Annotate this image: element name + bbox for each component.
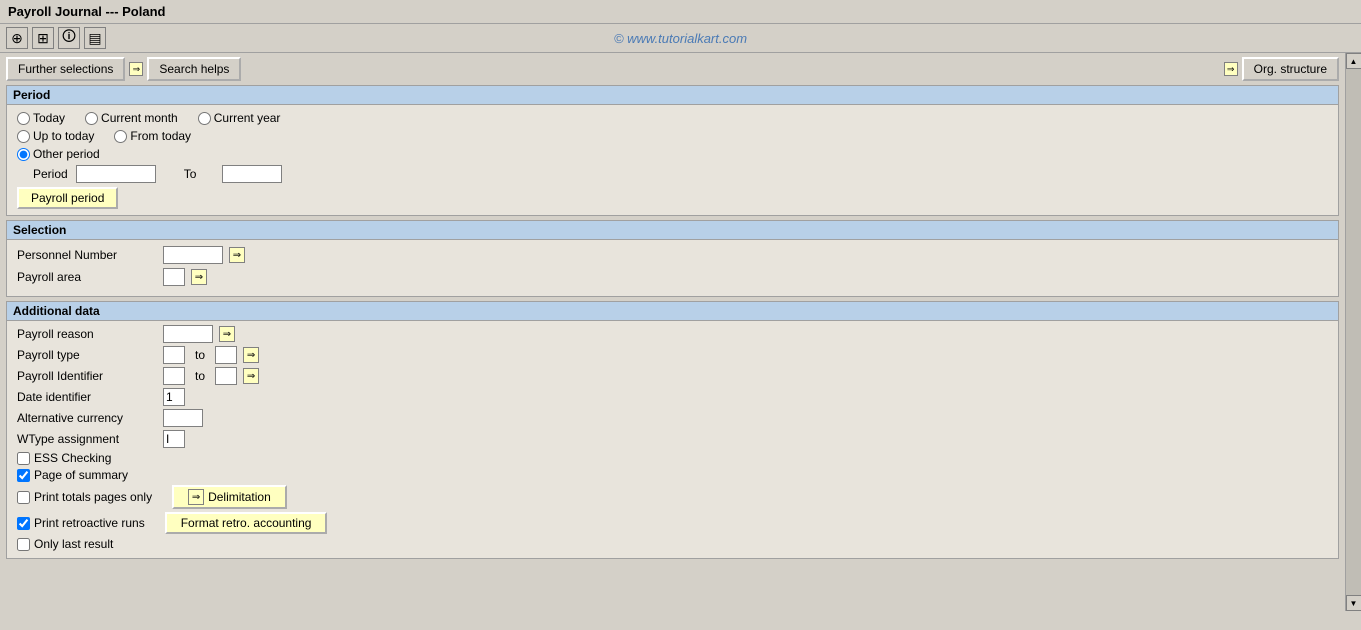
print-retroactive-label: Print retroactive runs — [34, 516, 145, 530]
toolbar-icon-2[interactable]: ⊞ — [32, 27, 54, 49]
payroll-reason-label: Payroll reason — [17, 327, 157, 341]
ess-checking-row: ESS Checking — [17, 451, 1328, 465]
to-label: To — [164, 167, 214, 181]
date-identifier-row: Date identifier — [17, 388, 1328, 406]
payroll-period-button[interactable]: Payroll period — [17, 187, 118, 209]
personnel-number-input[interactable] — [163, 246, 223, 264]
alternative-currency-label: Alternative currency — [17, 411, 157, 425]
watermark: © www.tutorialkart.com — [614, 31, 747, 46]
selection-section-header: Selection — [7, 221, 1338, 240]
payroll-identifier-row: Payroll Identifier to ⇒ — [17, 367, 1328, 385]
payroll-identifier-arrow[interactable]: ⇒ — [243, 368, 259, 384]
payroll-area-label: Payroll area — [17, 270, 157, 284]
only-last-result-checkbox[interactable] — [17, 538, 30, 551]
delimitation-arrow-icon: ⇒ — [188, 489, 204, 505]
ess-checking-label: ESS Checking — [34, 451, 111, 465]
wtype-assignment-label: WType assignment — [17, 432, 157, 446]
search-helps-button[interactable]: Search helps — [147, 57, 241, 81]
search-helps-arrow-icon: ⇒ — [129, 62, 143, 76]
additional-data-section: Additional data Payroll reason ⇒ Payroll… — [6, 301, 1339, 559]
period-section-body: Today Current month Current year — [7, 105, 1338, 215]
payroll-area-arrow[interactable]: ⇒ — [191, 269, 207, 285]
period-section-header: Period — [7, 86, 1338, 105]
payroll-type-row: Payroll type to ⇒ — [17, 346, 1328, 364]
radio-current-month[interactable]: Current month — [85, 111, 178, 125]
payroll-type-label: Payroll type — [17, 348, 157, 362]
title-bar: Payroll Journal --- Poland — [0, 0, 1361, 24]
page-of-summary-label: Page of summary — [34, 468, 128, 482]
scroll-down-button[interactable]: ▼ — [1346, 595, 1361, 611]
period-from-input[interactable] — [76, 165, 156, 183]
radio-today[interactable]: Today — [17, 111, 65, 125]
toolbar-icon-4[interactable]: ▤ — [84, 27, 106, 49]
page-title: Payroll Journal --- Poland — [8, 4, 165, 19]
personnel-number-row: Personnel Number ⇒ — [17, 246, 1328, 264]
payroll-period-btn-row: Payroll period — [17, 187, 1328, 209]
selection-section-body: Personnel Number ⇒ Payroll area ⇒ — [7, 240, 1338, 296]
scrollbar: ▲ ▼ — [1345, 53, 1361, 611]
print-totals-row: Print totals pages only — [17, 490, 152, 504]
further-selections-button[interactable]: Further selections — [6, 57, 125, 81]
selection-section: Selection Personnel Number ⇒ Payroll are… — [6, 220, 1339, 297]
payroll-type-arrow[interactable]: ⇒ — [243, 347, 259, 363]
wtype-assignment-row: WType assignment — [17, 430, 1328, 448]
org-structure-arrow-icon: ⇒ — [1224, 62, 1238, 76]
print-retroactive-checkbox[interactable] — [17, 517, 30, 530]
payroll-type-from-input[interactable] — [163, 346, 185, 364]
period-radio-row-2: Up to today From today — [17, 129, 1328, 143]
payroll-type-to-input[interactable] — [215, 346, 237, 364]
alternative-currency-row: Alternative currency — [17, 409, 1328, 427]
payroll-reason-arrow[interactable]: ⇒ — [219, 326, 235, 342]
only-last-result-row: Only last result — [17, 537, 1328, 551]
period-input-row: Period To — [17, 165, 1328, 183]
period-label: Period — [17, 167, 68, 181]
ess-checking-checkbox[interactable] — [17, 452, 30, 465]
button-bar: Further selections ⇒ Search helps ⇒ Org.… — [6, 57, 1339, 81]
format-retro-button[interactable]: Format retro. accounting — [165, 512, 328, 534]
print-retroactive-row: Print retroactive runs — [17, 516, 145, 530]
radio-other-period[interactable]: Other period — [17, 147, 100, 161]
payroll-identifier-label: Payroll Identifier — [17, 369, 157, 383]
print-totals-label: Print totals pages only — [34, 490, 152, 504]
scroll-up-button[interactable]: ▲ — [1346, 53, 1361, 69]
personnel-number-label: Personnel Number — [17, 248, 157, 262]
payroll-type-to-label: to — [191, 348, 209, 362]
page-of-summary-row: Page of summary — [17, 468, 1328, 482]
wtype-assignment-input[interactable] — [163, 430, 185, 448]
content-area: Further selections ⇒ Search helps ⇒ Org.… — [0, 53, 1345, 611]
additional-data-body: Payroll reason ⇒ Payroll type to ⇒ Payro… — [7, 321, 1338, 558]
delimitation-button[interactable]: ⇒ Delimitation — [172, 485, 287, 509]
payroll-identifier-from-input[interactable] — [163, 367, 185, 385]
org-structure-button[interactable]: Org. structure — [1242, 57, 1339, 81]
payroll-area-input[interactable] — [163, 268, 185, 286]
period-radio-row-1: Today Current month Current year — [17, 111, 1328, 125]
additional-data-header: Additional data — [7, 302, 1338, 321]
only-last-result-label: Only last result — [34, 537, 113, 551]
date-identifier-input[interactable] — [163, 388, 185, 406]
payroll-identifier-to-input[interactable] — [215, 367, 237, 385]
payroll-reason-input[interactable] — [163, 325, 213, 343]
payroll-area-row: Payroll area ⇒ — [17, 268, 1328, 286]
period-section: Period Today Current month Current year — [6, 85, 1339, 216]
payroll-reason-row: Payroll reason ⇒ — [17, 325, 1328, 343]
period-to-input[interactable] — [222, 165, 282, 183]
radio-up-to-today[interactable]: Up to today — [17, 129, 94, 143]
personnel-number-arrow[interactable]: ⇒ — [229, 247, 245, 263]
radio-current-year[interactable]: Current year — [198, 111, 281, 125]
toolbar-icon-1[interactable]: ⊕ — [6, 27, 28, 49]
payroll-identifier-to-label: to — [191, 369, 209, 383]
main-content: Further selections ⇒ Search helps ⇒ Org.… — [0, 53, 1361, 611]
toolbar: ⊕ ⊞ 🛈 ▤ © www.tutorialkart.com — [0, 24, 1361, 53]
radio-from-today[interactable]: From today — [114, 129, 191, 143]
period-radio-row-3: Other period — [17, 147, 1328, 161]
scroll-track[interactable] — [1346, 69, 1361, 595]
page-of-summary-checkbox[interactable] — [17, 469, 30, 482]
toolbar-icon-3[interactable]: 🛈 — [58, 27, 80, 49]
alternative-currency-input[interactable] — [163, 409, 203, 427]
print-totals-checkbox[interactable] — [17, 491, 30, 504]
date-identifier-label: Date identifier — [17, 390, 157, 404]
